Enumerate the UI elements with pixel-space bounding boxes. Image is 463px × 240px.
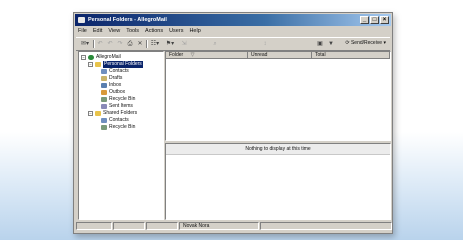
column-label: Folder: [169, 52, 184, 58]
tree-item-inbox[interactable]: Inbox: [101, 82, 121, 89]
contacts-icon: [101, 69, 107, 74]
folder-icon: [95, 111, 101, 116]
recycle-bin-icon: [101, 97, 107, 102]
tree-label: Drafts: [109, 75, 123, 81]
status-bar: Novak Nora: [76, 222, 392, 231]
address-book-icon[interactable]: ☷▾: [149, 40, 161, 48]
collapse-toggle[interactable]: −: [88, 62, 93, 67]
column-header-folder[interactable]: Folder ▽: [166, 52, 248, 59]
sort-icon[interactable]: ↕: [261, 40, 269, 48]
tree-label: Sent Items: [109, 103, 133, 109]
flag-icon[interactable]: ⚑▾: [164, 40, 176, 48]
filter-icon[interactable]: ▼: [327, 40, 335, 48]
tree-label: Inbox: [109, 82, 122, 88]
sort-icon: ▽: [190, 52, 195, 58]
globe-icon: [88, 55, 94, 60]
reply-all-icon[interactable]: ↶: [106, 40, 114, 48]
inbox-icon: [101, 83, 107, 88]
column-header-total[interactable]: Total: [312, 52, 390, 59]
folder-list-icon[interactable]: ▣: [316, 40, 324, 48]
menu-help[interactable]: Help: [189, 27, 200, 36]
forward-icon[interactable]: ↷: [116, 40, 124, 48]
delete-icon[interactable]: ✕: [136, 40, 144, 48]
tree-label: Recycle Bin: [109, 96, 136, 102]
status-panel: [146, 222, 178, 230]
tree-label: AllegroMail: [96, 54, 121, 60]
minimize-button[interactable]: _: [360, 16, 369, 24]
collapse-toggle[interactable]: −: [81, 55, 86, 60]
tree-item-shared-contacts[interactable]: Contacts: [101, 117, 129, 124]
tree-label: Outbox: [109, 89, 126, 95]
menu-edit[interactable]: Edit: [93, 27, 102, 36]
collapse-toggle[interactable]: −: [88, 111, 93, 116]
tree-item-shared-folders[interactable]: − Shared Folders: [88, 110, 137, 117]
menu-tools[interactable]: Tools: [126, 27, 139, 36]
tree-item-shared-recycle-bin[interactable]: Recycle Bin: [101, 124, 135, 131]
toolbar: ✉▾ ↶ ↶ ↷ ⎙ ✕ ☷▾ ⚑▾ ⇲ ⌕ ↕ ▣ ▼ ⟳ Send/Rece…: [76, 37, 390, 51]
tree-item-root[interactable]: − AllegroMail: [81, 54, 121, 61]
menu-bar: File Edit View Tools Actions Users Help: [78, 27, 201, 36]
status-panel: [260, 222, 392, 230]
new-mail-icon[interactable]: ✉▾: [79, 40, 91, 48]
preview-pane: Nothing to display at this time: [165, 143, 391, 220]
status-user: Novak Nora: [179, 222, 259, 230]
column-label: Total: [315, 52, 326, 58]
drafts-icon: [101, 76, 107, 81]
tree-label: Contacts: [109, 68, 129, 74]
title-bar[interactable]: Personal Folders - AllegroMail _ □ ×: [75, 14, 391, 26]
recycle-bin-icon: [101, 125, 107, 130]
tree-label: Contacts: [109, 117, 129, 123]
menu-file[interactable]: File: [78, 27, 87, 36]
send-receive-button[interactable]: ⟳ Send/Receive ▾: [345, 39, 386, 48]
tree-label: Personal Folders: [103, 61, 143, 68]
menu-users[interactable]: Users: [169, 27, 183, 36]
column-header-unread[interactable]: Unread: [248, 52, 312, 59]
status-panel: [113, 222, 145, 230]
window-title: Personal Folders - AllegroMail: [88, 17, 167, 23]
contacts-icon: [101, 118, 107, 123]
send-receive-label: Send/Receive: [350, 40, 383, 46]
tree-item-contacts[interactable]: Contacts: [101, 68, 129, 75]
print-icon[interactable]: ⎙: [126, 40, 134, 48]
folder-tree[interactable]: − AllegroMail − Personal Folders Contact…: [78, 51, 164, 220]
tree-item-outbox[interactable]: Outbox: [101, 89, 125, 96]
move-icon[interactable]: ⇲: [180, 40, 188, 48]
empty-message: Nothing to display at this time: [166, 144, 390, 155]
sent-items-icon: [101, 104, 107, 109]
reply-icon[interactable]: ↶: [96, 40, 104, 48]
outbox-icon: [101, 90, 107, 95]
folder-icon: [95, 62, 101, 67]
maximize-button[interactable]: □: [370, 16, 379, 24]
tree-item-drafts[interactable]: Drafts: [101, 75, 122, 82]
status-panel: [76, 222, 112, 230]
close-button[interactable]: ×: [380, 16, 389, 24]
menu-view[interactable]: View: [108, 27, 120, 36]
tree-label: Shared Folders: [103, 110, 138, 116]
content-area: Folder ▽ Unread Total Nothing to display…: [165, 51, 391, 220]
tree-item-personal-folders[interactable]: − Personal Folders: [88, 61, 143, 68]
menu-actions[interactable]: Actions: [145, 27, 163, 36]
column-label: Unread: [251, 52, 268, 58]
app-icon: [78, 17, 85, 23]
tree-item-sent-items[interactable]: Sent Items: [101, 103, 133, 110]
folder-list[interactable]: Folder ▽ Unread Total: [165, 51, 391, 141]
find-icon[interactable]: ⌕: [211, 40, 219, 48]
tree-label: Recycle Bin: [109, 124, 136, 130]
app-window: Personal Folders - AllegroMail _ □ × Fil…: [73, 12, 393, 234]
tree-item-recycle-bin[interactable]: Recycle Bin: [101, 96, 135, 103]
